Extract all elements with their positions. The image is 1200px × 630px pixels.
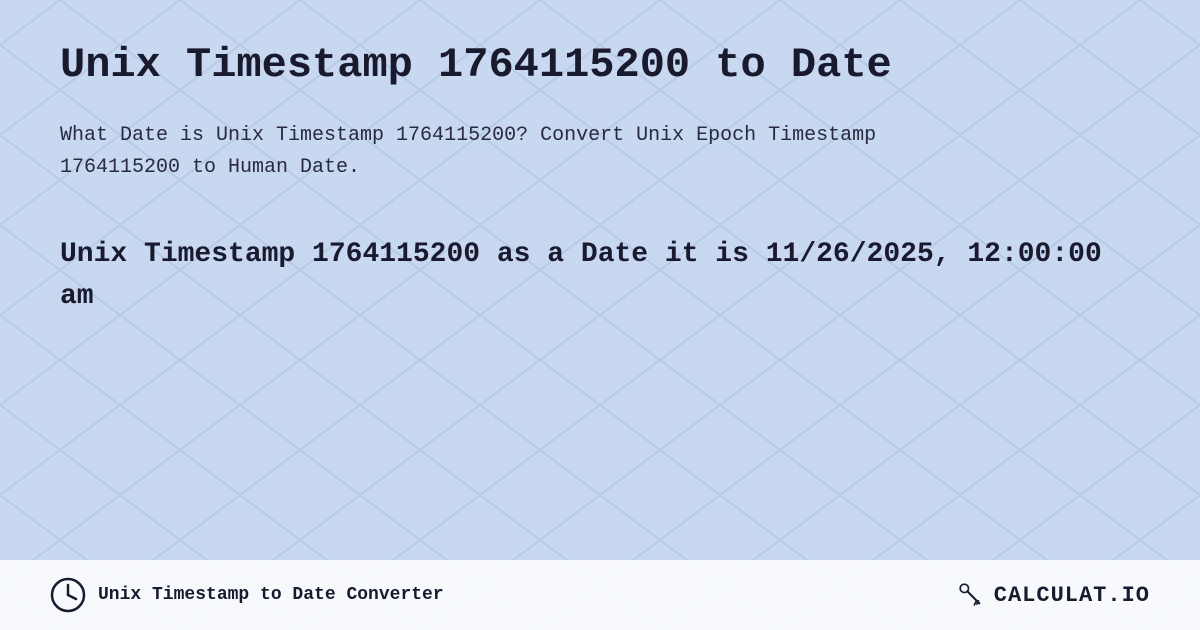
footer-left: Unix Timestamp to Date Converter: [50, 577, 444, 613]
logo-text: CALCULAT.IO: [994, 583, 1150, 608]
result-section: Unix Timestamp 1764115200 as a Date it i…: [60, 234, 1140, 318]
result-text: Unix Timestamp 1764115200 as a Date it i…: [60, 234, 1140, 318]
footer-bar: Unix Timestamp to Date Converter CALCULA…: [0, 560, 1200, 630]
main-content: Unix Timestamp 1764115200 to Date What D…: [0, 0, 1200, 408]
page-description: What Date is Unix Timestamp 1764115200? …: [60, 120, 960, 184]
clock-icon: [50, 577, 86, 613]
page-title: Unix Timestamp 1764115200 to Date: [60, 40, 1140, 90]
calculat-icon: [956, 580, 986, 610]
footer-label: Unix Timestamp to Date Converter: [98, 585, 444, 605]
logo-area: CALCULAT.IO: [956, 580, 1150, 610]
